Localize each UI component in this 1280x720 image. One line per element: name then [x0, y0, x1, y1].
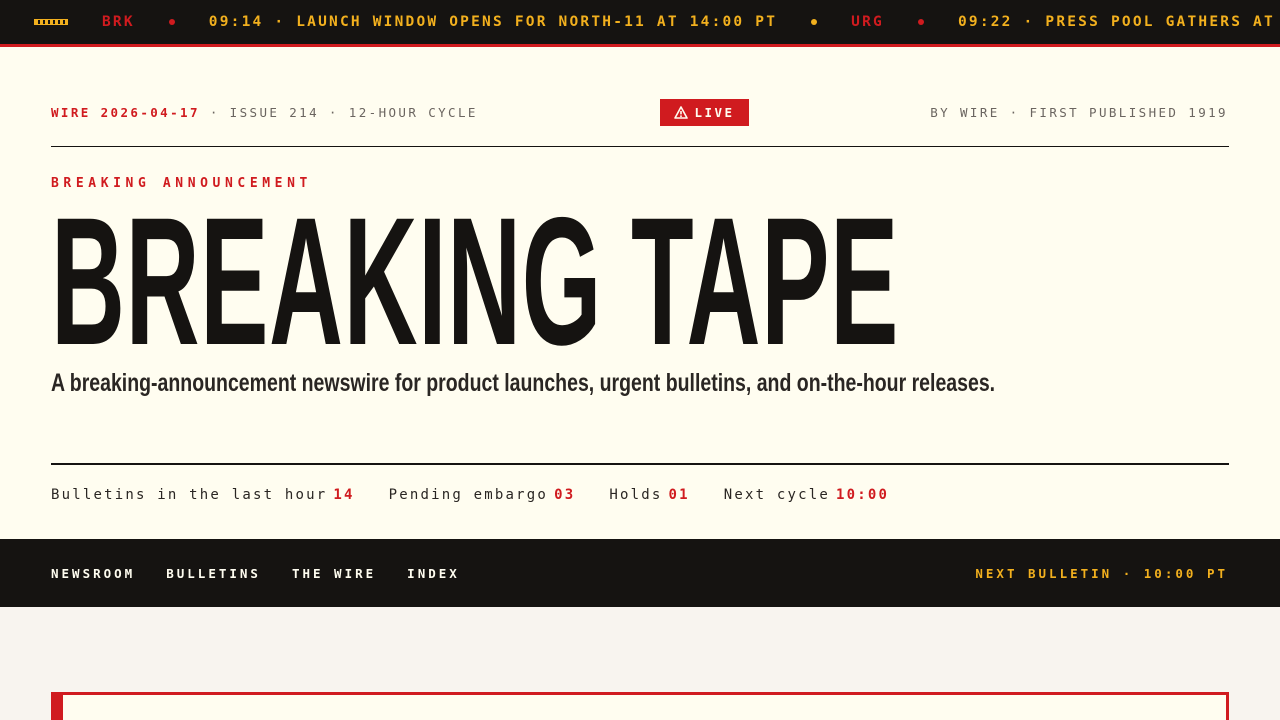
- stat-value: 01: [668, 487, 690, 503]
- stat-bulletins-last-hour: Bulletins in the last hour 14: [51, 487, 355, 503]
- masthead-meta: WIRE 2026-04-17 · ISSUE 214 · 12-HOUR CY…: [51, 105, 478, 120]
- nav-links: NEWSROOM BULLETINS THE WIRE INDEX: [51, 539, 491, 607]
- stat-value: 10:00: [836, 487, 890, 503]
- ticker-track: BRK 09:14 · LAUNCH WINDOW OPENS FOR NORT…: [34, 0, 1275, 44]
- nav-item-index[interactable]: INDEX: [407, 566, 460, 581]
- stat-label: Pending embargo: [388, 487, 549, 503]
- content-area: [0, 607, 1280, 720]
- bulletin-card[interactable]: [51, 692, 1229, 720]
- tape-icon: [34, 19, 68, 25]
- masthead-rule: [51, 146, 1229, 147]
- ticker-red-dot: [917, 19, 924, 25]
- nav-item-newsroom[interactable]: NEWSROOM: [51, 566, 135, 581]
- stat-next-cycle: Next cycle 10:00: [724, 487, 889, 503]
- nav-item-bulletins[interactable]: BULLETINS: [166, 566, 261, 581]
- stat-value: 14: [333, 487, 355, 503]
- stats-bar: Bulletins in the last hour 14 Pending emb…: [51, 487, 923, 503]
- warning-triangle-icon: [674, 106, 689, 119]
- issue-info: · ISSUE 214 · 12-HOUR CYCLE: [209, 105, 478, 120]
- ticker-separator-dot: [811, 19, 818, 25]
- stats-rule: [51, 463, 1229, 465]
- bulletin-card-accent: [54, 695, 63, 720]
- live-badge[interactable]: LIVE: [660, 99, 749, 126]
- ticker-text[interactable]: 09:14 · LAUNCH WINDOW OPENS FOR NORTH-11…: [209, 14, 777, 30]
- byline: BY WIRE · FIRST PUBLISHED 1919: [930, 105, 1228, 120]
- stat-label: Bulletins in the last hour: [51, 487, 328, 503]
- wire-date: WIRE 2026-04-17: [51, 105, 200, 120]
- ticker-code: BRK: [102, 14, 135, 30]
- stat-holds: Holds 01: [609, 487, 689, 503]
- stat-value: 03: [554, 487, 576, 503]
- next-bulletin: NEXT BULLETIN · 10:00 PT: [975, 565, 1228, 581]
- page-title: BREAKING TAPE: [51, 179, 899, 383]
- stat-label: Holds: [609, 487, 663, 503]
- hero-section: WIRE 2026-04-17 · ISSUE 214 · 12-HOUR CY…: [0, 47, 1280, 539]
- news-ticker: BRK 09:14 · LAUNCH WINDOW OPENS FOR NORT…: [0, 0, 1280, 44]
- nav-item-the-wire[interactable]: THE WIRE: [292, 566, 376, 581]
- ticker-code: URG: [851, 14, 884, 30]
- stat-label: Next cycle: [723, 487, 831, 503]
- dek: A breaking-announcement newswire for pro…: [51, 369, 996, 397]
- stat-pending-embargo: Pending embargo 03: [389, 487, 576, 503]
- live-label: LIVE: [694, 105, 735, 120]
- main-nav: NEWSROOM BULLETINS THE WIRE INDEX NEXT B…: [0, 539, 1280, 607]
- ticker-text[interactable]: 09:22 · PRESS POOL GATHERS AT: [958, 14, 1275, 30]
- ticker-red-dot: [168, 19, 175, 25]
